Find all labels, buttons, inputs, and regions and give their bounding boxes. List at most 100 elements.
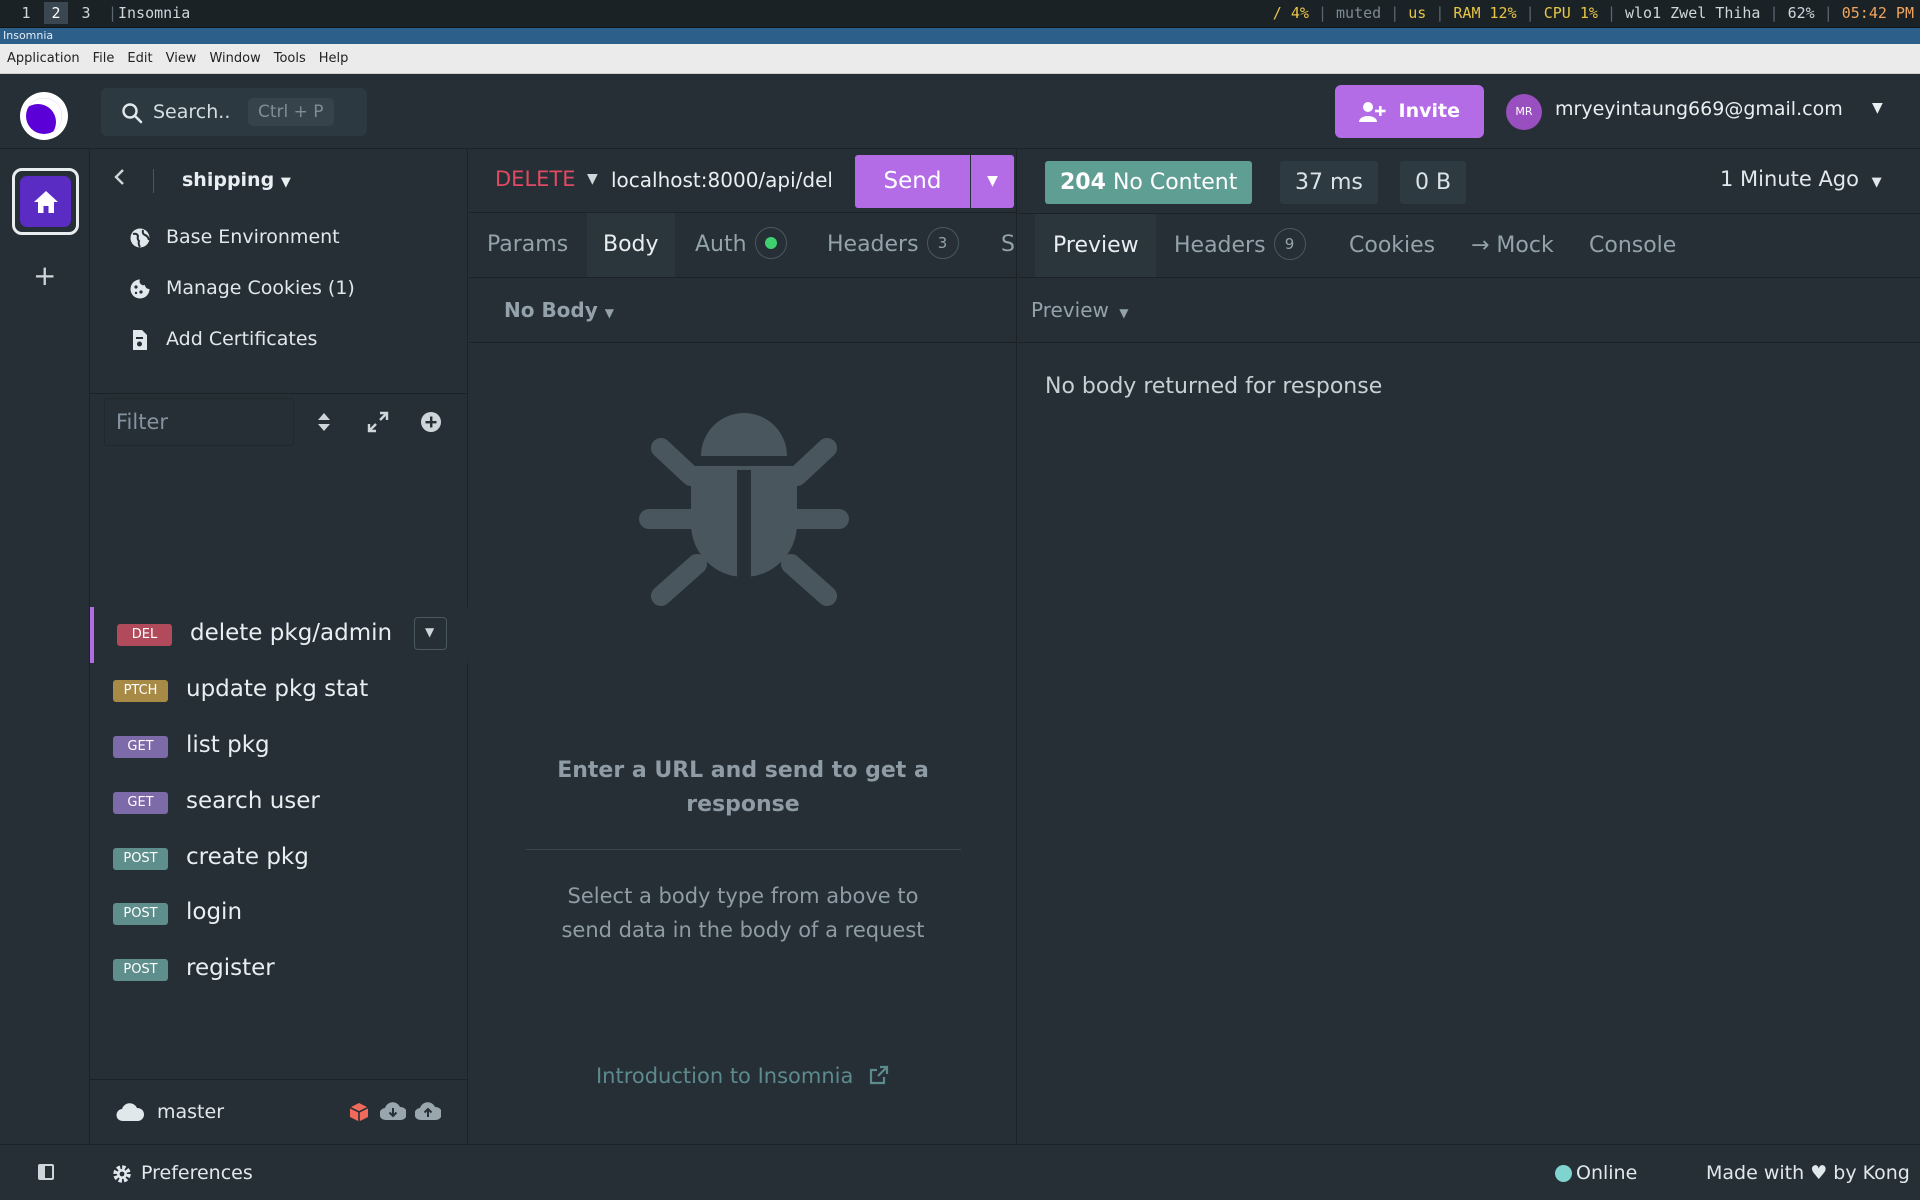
cloud-upload-icon[interactable] bbox=[415, 1101, 441, 1121]
menu-help[interactable]: Help bbox=[312, 44, 355, 74]
menu-application[interactable]: Application bbox=[0, 44, 86, 74]
method-badge: POST bbox=[113, 848, 168, 870]
tab-mock[interactable]: → Mock bbox=[1454, 214, 1571, 278]
system-status-bar: 1 2 3 | Insomnia / 4% | muted | us | RAM… bbox=[0, 0, 1920, 28]
tab-console[interactable]: Console bbox=[1572, 214, 1693, 278]
sidebar-toggle-icon[interactable] bbox=[38, 1164, 54, 1180]
chevron-down-icon: ▼ bbox=[1119, 306, 1129, 320]
base-environment-label: Base Environment bbox=[166, 226, 340, 248]
request-item-search-user[interactable]: GET search user bbox=[90, 775, 468, 831]
preferences-button[interactable]: Preferences bbox=[141, 1162, 253, 1184]
menu-file[interactable]: File bbox=[86, 44, 121, 74]
request-item-create-pkg[interactable]: POST create pkg bbox=[90, 831, 468, 887]
branch-name[interactable]: master bbox=[157, 1101, 224, 1123]
made-with-kong[interactable]: Made with ♥ by Kong bbox=[1706, 1162, 1910, 1184]
add-certificates-link[interactable]: Add Certificates bbox=[90, 315, 468, 365]
search-shortcut: Ctrl + P bbox=[248, 98, 334, 126]
invite-button[interactable]: Invite bbox=[1335, 85, 1484, 138]
preview-mode-label: Preview bbox=[1031, 298, 1109, 322]
chevron-down-icon: ▼ bbox=[1871, 175, 1882, 190]
add-circle-icon[interactable] bbox=[420, 411, 442, 433]
back-icon[interactable] bbox=[112, 165, 126, 189]
sort-icon[interactable] bbox=[313, 411, 335, 433]
workspace-3[interactable]: 3 bbox=[74, 2, 98, 24]
avatar[interactable]: MR bbox=[1506, 94, 1542, 130]
made-with-prefix: Made with bbox=[1706, 1162, 1805, 1184]
filter-input[interactable]: Filter bbox=[104, 398, 294, 446]
request-tabs: Params Body Auth Headers 3 S bbox=[469, 213, 1017, 277]
home-button[interactable] bbox=[12, 168, 79, 235]
url-input[interactable]: localhost:8000/api/delete bbox=[611, 168, 831, 192]
request-name: search user bbox=[186, 788, 320, 814]
chevron-down-icon: ▼ bbox=[425, 625, 435, 639]
chevron-down-icon[interactable]: ▼ bbox=[587, 171, 598, 187]
tab-params[interactable]: Params bbox=[471, 213, 584, 277]
user-email[interactable]: mryeyintaung669@gmail.com bbox=[1555, 98, 1843, 120]
add-user-icon bbox=[1359, 102, 1386, 122]
tab-headers-label: Headers bbox=[827, 232, 919, 257]
tab-scripts[interactable]: S bbox=[985, 213, 1017, 277]
tab-preview[interactable]: Preview bbox=[1035, 214, 1156, 278]
workspace-1[interactable]: 1 bbox=[14, 2, 38, 24]
app-header: Search.. Ctrl + P Invite MR mryeyintaung… bbox=[0, 74, 1920, 149]
tab-auth[interactable]: Auth bbox=[679, 213, 803, 277]
send-options-button[interactable]: ▼ bbox=[971, 155, 1014, 208]
add-certificates-label: Add Certificates bbox=[166, 328, 318, 350]
manage-cookies-link[interactable]: Manage Cookies (1) bbox=[90, 264, 468, 314]
request-item-update-pkg-stat[interactable]: PTCH update pkg stat bbox=[90, 663, 468, 719]
request-item-register[interactable]: POST register bbox=[90, 942, 468, 998]
chevron-down-icon: ▼ bbox=[987, 173, 998, 189]
menu-edit[interactable]: Edit bbox=[120, 44, 158, 74]
package-icon[interactable] bbox=[348, 1101, 370, 1123]
expand-icon[interactable] bbox=[367, 411, 389, 433]
preview-mode-selector[interactable]: Preview ▼ bbox=[1031, 298, 1128, 322]
project-selector[interactable]: shipping ▼ bbox=[182, 169, 291, 191]
status-code: 204 bbox=[1060, 170, 1106, 195]
intro-link[interactable]: Introduction to Insomnia bbox=[469, 1064, 1017, 1088]
add-icon[interactable]: + bbox=[33, 259, 56, 292]
cloud-icon bbox=[116, 1103, 144, 1122]
request-item-login[interactable]: POST login bbox=[90, 886, 468, 942]
request-item-delete-pkg-admin[interactable]: DEL delete pkg/admin ▼ bbox=[90, 607, 468, 663]
menu-tools[interactable]: Tools bbox=[267, 44, 312, 74]
gear-icon[interactable] bbox=[112, 1164, 132, 1184]
menu-window[interactable]: Window bbox=[202, 44, 266, 74]
tab-body[interactable]: Body bbox=[587, 213, 675, 277]
insomnia-logo[interactable] bbox=[20, 92, 68, 140]
bug-icon bbox=[639, 413, 849, 606]
search-button[interactable]: Search.. Ctrl + P bbox=[101, 88, 367, 136]
status-badge: 204 No Content bbox=[1045, 161, 1253, 204]
status-text: No Content bbox=[1112, 170, 1238, 195]
request-pane: DELETE ▼ localhost:8000/api/delete Send … bbox=[469, 149, 1017, 1144]
invite-label: Invite bbox=[1398, 100, 1460, 122]
status-blocks: / 4% | muted | us | RAM 12% | CPU 1% | w… bbox=[1272, 4, 1914, 22]
divider bbox=[153, 169, 154, 193]
cloud-download-icon[interactable] bbox=[380, 1101, 406, 1121]
tab-response-headers[interactable]: Headers 9 bbox=[1157, 214, 1323, 278]
filter-toolbar: Filter bbox=[90, 393, 468, 459]
search-label: Search.. bbox=[153, 101, 231, 123]
workspace-2[interactable]: 2 bbox=[44, 2, 68, 24]
response-history-selector[interactable]: 1 Minute Ago ▼ bbox=[1720, 167, 1882, 191]
method-selector[interactable]: DELETE bbox=[495, 167, 576, 191]
request-item-list-pkg[interactable]: GET list pkg bbox=[90, 719, 468, 775]
wifi-status: wlo1 Zwel Thiha bbox=[1625, 4, 1761, 22]
url-bar: DELETE ▼ localhost:8000/api/delete Send … bbox=[469, 149, 1017, 213]
menu-bar: Application File Edit View Window Tools Help bbox=[0, 44, 1920, 74]
response-headers-count: 9 bbox=[1273, 228, 1306, 260]
auth-enabled-indicator bbox=[754, 227, 787, 259]
tab-cookies[interactable]: Cookies bbox=[1332, 214, 1452, 278]
method-badge: POST bbox=[113, 959, 168, 981]
base-environment-link[interactable]: Base Environment bbox=[90, 213, 468, 263]
body-type-selector[interactable]: No Body ▼ bbox=[504, 298, 614, 322]
tab-headers[interactable]: Headers 3 bbox=[811, 213, 975, 277]
made-with-suffix: by Kong bbox=[1833, 1162, 1910, 1184]
request-name: login bbox=[186, 899, 243, 925]
send-button[interactable]: Send bbox=[855, 155, 970, 208]
chevron-down-icon: ▼ bbox=[604, 306, 614, 320]
response-body-message: No body returned for response bbox=[1045, 374, 1383, 399]
menu-view[interactable]: View bbox=[159, 44, 203, 74]
request-actions-button[interactable]: ▼ bbox=[414, 617, 447, 650]
chevron-down-icon[interactable]: ▼ bbox=[1872, 100, 1883, 116]
git-branch-bar: master bbox=[90, 1079, 468, 1144]
